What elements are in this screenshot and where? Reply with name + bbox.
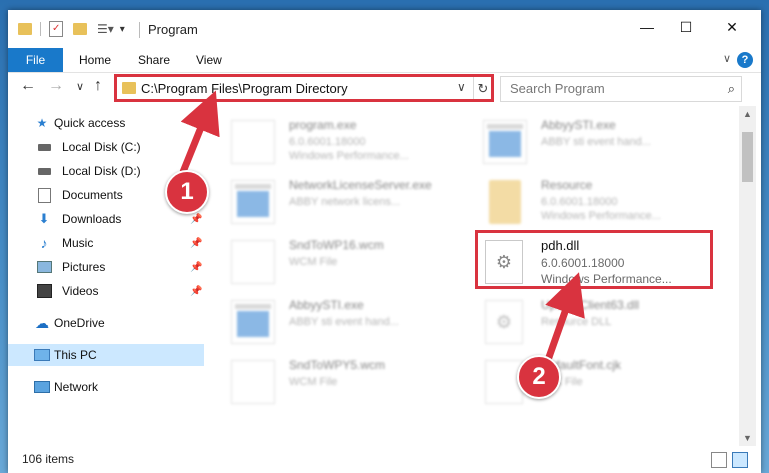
- annotation-arrows: [179, 90, 585, 362]
- arrow-to-address-bar: [179, 90, 220, 174]
- step-1-badge: 1: [165, 170, 209, 214]
- arrow-to-file: [544, 272, 585, 362]
- explorer-window: ✓ ☰▾ ▾ Program — ☐ ✕ File Home Share Vie…: [8, 10, 761, 473]
- step-2-badge: 2: [517, 355, 561, 399]
